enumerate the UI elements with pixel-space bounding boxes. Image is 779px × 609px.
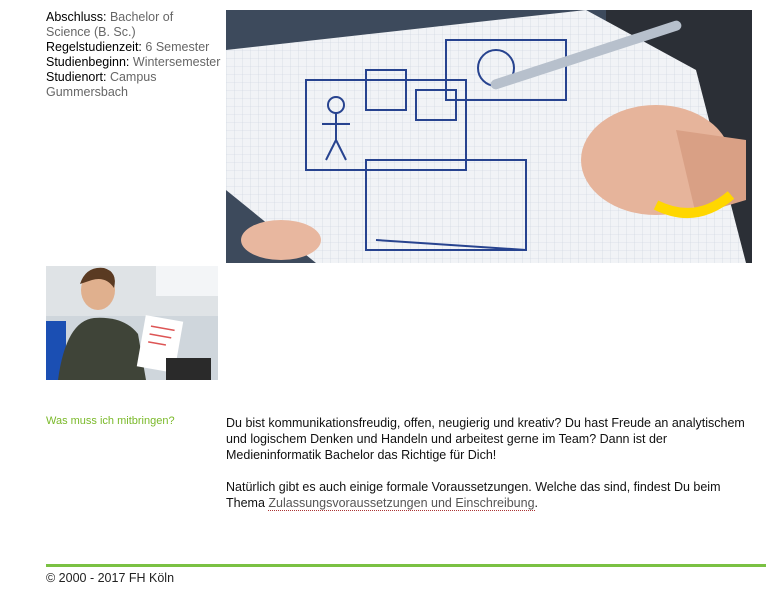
fact-degree: Abschluss: Bachelor of Science (B. Sc.): [46, 10, 174, 39]
study-facts: Abschluss: Bachelor of Science (B. Sc.) …: [46, 10, 221, 100]
requirements-paragraph: Natürlich gibt es auch einige formale Vo…: [226, 480, 721, 511]
footer-divider: [46, 564, 766, 567]
intro-paragraph: Du bist kommunikationsfreudig, offen, ne…: [226, 416, 745, 462]
section-label: Was muss ich mitbringen?: [46, 415, 175, 427]
fact-duration: Regelstudienzeit: 6 Semester: [46, 40, 210, 54]
hero-sketch-image: [226, 10, 752, 263]
fact-location: Studienort: Campus Gummersbach: [46, 70, 157, 99]
sketch-illustration: [226, 10, 752, 263]
footer-copyright: © 2000 - 2017 FH Köln: [46, 571, 175, 585]
section-content: Du bist kommunikationsfreudig, offen, ne…: [226, 415, 756, 527]
student-illustration: [46, 266, 218, 380]
student-photo: [46, 266, 218, 380]
admission-link[interactable]: Zulassungsvoraussetzungen und Einschreib…: [268, 496, 535, 511]
fact-start: Studienbeginn: Wintersemester: [46, 55, 221, 69]
